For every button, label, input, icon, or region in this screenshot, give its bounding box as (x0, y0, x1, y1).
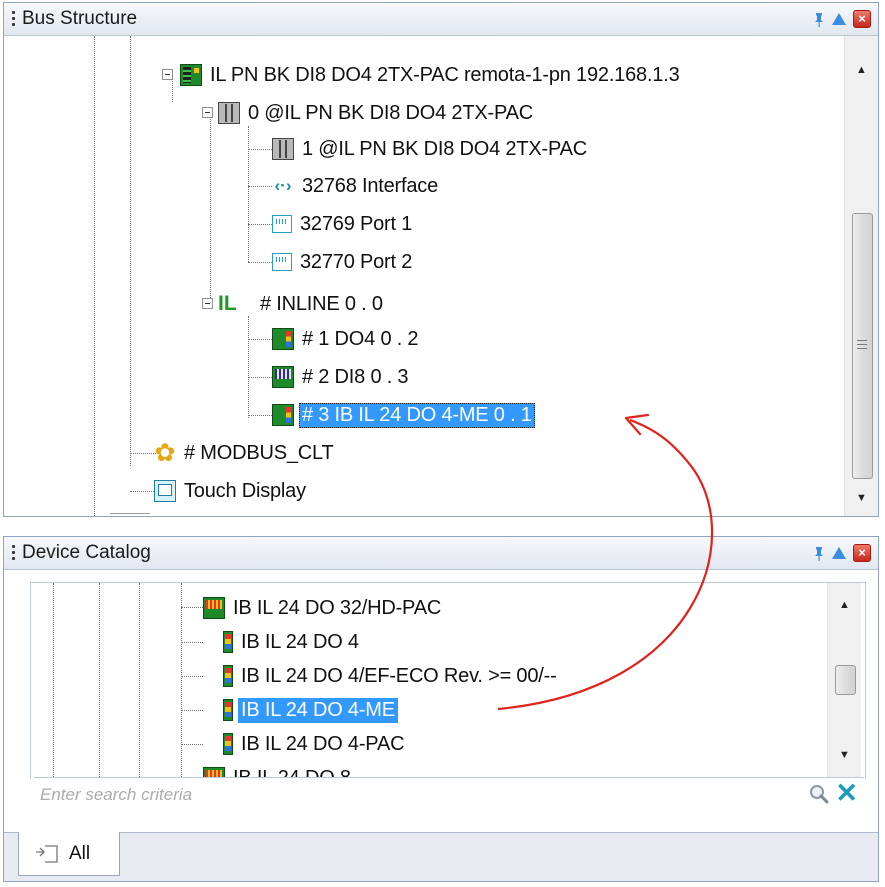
tab-all-label: All (69, 842, 91, 864)
device-catalog-title: Device Catalog (22, 542, 151, 563)
tree-node-label-selected: # 3 IB IL 24 DO 4-ME 0 . 1 (299, 402, 535, 428)
catalog-item-label: IB IL 24 DO 4 (241, 630, 359, 653)
digital-input-module-icon (272, 366, 294, 388)
catalog-item-label-selected: IB IL 24 DO 4-ME (238, 697, 398, 723)
scroll-thumb[interactable] (852, 213, 873, 479)
tree-node-label: 32769 Port 1 (300, 212, 413, 235)
catalog-scrollbar[interactable]: ▲ ▼ (827, 583, 861, 777)
tree-node-interface[interactable]: ‹·› 32768 Interface (272, 171, 441, 201)
tree-node-label: Touch Display (184, 479, 306, 502)
scroll-thumb[interactable] (835, 665, 856, 695)
port-icon (272, 253, 292, 271)
bus-coupler-icon (180, 64, 202, 86)
narrow-module-icon (223, 733, 233, 755)
catalog-tabstrip: All (4, 832, 878, 881)
pin-icon[interactable] (810, 10, 828, 28)
device-catalog-titlebar[interactable]: Device Catalog × (4, 537, 878, 570)
tree-node-modbus[interactable]: ✿ # MODBUS_CLT (154, 438, 337, 468)
narrow-module-icon (223, 699, 233, 721)
interface-icon: ‹·› (274, 176, 292, 195)
tree-node-label: # 2 DI8 0 . 3 (302, 365, 409, 388)
tree-node-label: IL PN BK DI8 DO4 2TX-PAC remota-1-pn 192… (210, 63, 680, 86)
catalog-item-label: IB IL 24 DO 32/HD-PAC (233, 596, 442, 619)
digital-output-module-icon (272, 404, 294, 426)
catalog-item-selected[interactable]: IB IL 24 DO 4-ME (223, 695, 398, 725)
maximize-triangle-icon[interactable] (830, 544, 848, 562)
magnifier-icon[interactable] (808, 783, 830, 805)
tree-node-label: # 1 DO4 0 . 2 (302, 327, 419, 350)
drag-grip-icon[interactable] (12, 544, 16, 562)
close-icon[interactable]: × (853, 544, 871, 562)
tree-node-bus-coupler[interactable]: IL PN BK DI8 DO4 2TX-PAC remota-1-pn 192… (180, 60, 683, 90)
modbus-flower-icon: ✿ (154, 439, 176, 467)
tab-all[interactable]: All (18, 832, 120, 876)
catalog-item-label: IB IL 24 DO 4/EF-ECO Rev. >= 00/-- (241, 664, 557, 687)
collapse-toggle-inline[interactable] (202, 298, 213, 309)
scroll-down-arrow-icon[interactable]: ▼ (845, 486, 878, 510)
tree-node-ib-il-24-do4-me[interactable]: # 3 IB IL 24 DO 4-ME 0 . 1 (272, 400, 535, 430)
module-slot-icon (218, 102, 240, 124)
bus-tree-scrollbar[interactable]: ▲ ▼ (844, 36, 878, 516)
collapse-toggle-bk[interactable] (162, 69, 173, 80)
tree-node-slot-0[interactable]: 0 @IL PN BK DI8 DO4 2TX-PAC (218, 98, 536, 128)
tree-node-di8[interactable]: # 2 DI8 0 . 3 (272, 362, 411, 392)
close-icon[interactable]: × (853, 10, 871, 28)
tree-node-port-1[interactable]: 32769 Port 1 (272, 209, 415, 239)
collapse-toggle-slot0[interactable] (202, 107, 213, 118)
scroll-up-arrow-icon[interactable]: ▲ (845, 58, 878, 82)
tree-node-touch-display[interactable]: Touch Display (154, 476, 309, 506)
tree-node-port-2[interactable]: 32770 Port 2 (272, 247, 415, 277)
tree-node-label: 0 @IL PN BK DI8 DO4 2TX-PAC (248, 101, 533, 124)
filter-tab-icon (33, 843, 63, 865)
module-slot-icon (272, 138, 294, 160)
inline-icon: IL (218, 292, 237, 315)
bus-structure-titlebar[interactable]: Bus Structure × (4, 3, 878, 36)
device-catalog-list[interactable]: IB IL 24 DO 32/HD-PAC IB IL 24 DO 4 IB I… (30, 582, 866, 779)
tree-node-slot-1[interactable]: 1 @IL PN BK DI8 DO4 2TX-PAC (272, 134, 590, 164)
touch-display-icon (154, 480, 176, 502)
catalog-item-label: IB IL 24 DO 4-PAC (241, 732, 405, 755)
scroll-up-arrow-icon[interactable]: ▲ (828, 593, 861, 617)
bus-structure-tree[interactable]: IL PN BK DI8 DO4 2TX-PAC remota-1-pn 192… (4, 36, 844, 516)
clear-x-icon[interactable]: ✕ (835, 779, 858, 807)
tree-node-do4[interactable]: # 1 DO4 0 . 2 (272, 324, 421, 354)
narrow-module-icon (223, 665, 233, 687)
catalog-item[interactable]: IB IL 24 DO 4-PAC (223, 729, 407, 759)
narrow-module-icon (223, 631, 233, 653)
wide-module-icon (203, 597, 225, 619)
tree-node-inline[interactable]: IL # INLINE 0 . 0 (218, 289, 386, 319)
tree-node-label: 32768 Interface (302, 174, 438, 197)
bus-structure-title: Bus Structure (22, 8, 138, 29)
port-icon (272, 215, 292, 233)
tree-node-label: 1 @IL PN BK DI8 DO4 2TX-PAC (302, 137, 587, 160)
digital-output-module-icon (272, 328, 294, 350)
maximize-triangle-icon[interactable] (830, 10, 848, 28)
bus-structure-panel: Bus Structure × IL PN BK DI8 DO4 2TX-PAC (3, 2, 879, 517)
device-catalog-panel: Device Catalog × IB IL 24 DO 32/HD-PAC I… (3, 536, 879, 882)
tree-node-label: # INLINE 0 . 0 (260, 292, 383, 315)
catalog-item[interactable]: IB IL 24 DO 32/HD-PAC (203, 593, 444, 623)
tree-node-label: # MODBUS_CLT (184, 441, 334, 464)
pin-icon[interactable] (810, 544, 828, 562)
catalog-item[interactable]: IB IL 24 DO 4 (223, 627, 362, 657)
scroll-down-arrow-icon[interactable]: ▼ (828, 743, 861, 767)
tree-node-label: 32770 Port 2 (300, 250, 413, 273)
catalog-search-input[interactable] (38, 782, 742, 808)
drag-grip-icon[interactable] (12, 10, 16, 28)
catalog-search-row: ✕ (34, 777, 864, 810)
catalog-item[interactable]: IB IL 24 DO 4/EF-ECO Rev. >= 00/-- (223, 661, 560, 691)
